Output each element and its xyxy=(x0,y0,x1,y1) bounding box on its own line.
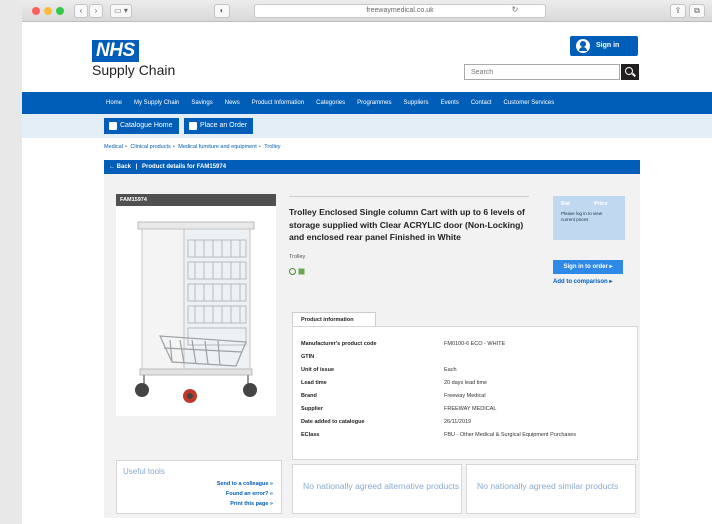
sign-in-to-order-label: Sign in to order xyxy=(563,264,608,270)
nav-item-home[interactable]: Home xyxy=(106,92,122,114)
nav-item-news[interactable]: News xyxy=(225,92,240,114)
found-error-label: Found an error? xyxy=(225,491,269,497)
place-order-label: Place an Order xyxy=(200,122,248,129)
info-value: Freeway Medical xyxy=(444,393,486,399)
catalogue-home-button[interactable]: Catalogue Home xyxy=(104,118,179,134)
info-key: Supplier xyxy=(301,406,324,412)
order-icon xyxy=(189,122,197,130)
nav-item-my-supply-chain[interactable]: My Supply Chain xyxy=(134,92,179,114)
share-icon[interactable]: ⇪ xyxy=(670,4,686,18)
page: NHS Supply Chain Sign in Home My Supply … xyxy=(22,22,712,524)
breadcrumb-item[interactable]: Medical xyxy=(104,144,123,150)
price-note: Please log in to view current prices xyxy=(561,211,603,222)
org-name: Supply Chain xyxy=(92,62,176,78)
place-order-button[interactable]: Place an Order xyxy=(184,118,254,134)
sign-in-label: Sign in xyxy=(596,42,620,49)
useful-tools-box: Useful tools Send to a colleague » Found… xyxy=(116,460,282,514)
product-card: FAM15974 Trolley Enclosed Single column … xyxy=(104,174,640,518)
info-key: Manufacturer's product code xyxy=(301,341,377,347)
nav-item-programmes[interactable]: Programmes xyxy=(357,92,391,114)
nav-item-product-information[interactable]: Product Information xyxy=(252,92,304,114)
back-bar: ← Back | Product details for FAM15974 xyxy=(104,160,640,174)
product-category: Trolley xyxy=(289,254,306,260)
breadcrumb-item[interactable]: Medical furniture and equipment xyxy=(178,144,257,150)
send-to-colleague-link[interactable]: Send to a colleague » xyxy=(217,481,273,487)
eco-badge-icon xyxy=(298,268,305,275)
print-page-label: Print this page xyxy=(230,501,269,507)
nhs-logo[interactable]: NHS xyxy=(92,40,139,62)
reload-icon[interactable]: ↻ xyxy=(508,4,522,18)
product-details-heading: Product details for FAM15974 xyxy=(142,164,227,170)
add-to-comparison-link[interactable]: Add to comparison ▸ xyxy=(553,278,612,285)
info-value: 26/11/2019 xyxy=(444,419,472,425)
found-error-link[interactable]: Found an error? » xyxy=(226,491,273,497)
nav-item-savings[interactable]: Savings xyxy=(191,92,212,114)
price-col-right: Price xyxy=(594,201,608,207)
leaf-icon xyxy=(289,268,296,275)
breadcrumb-item[interactable]: Clinical products xyxy=(130,144,170,150)
no-alternative-products: No nationally agreed alternative product… xyxy=(292,464,462,514)
price-col-left: Bar xyxy=(561,201,571,207)
breadcrumb: Medical • Clinical products • Medical furn… xyxy=(104,144,281,150)
useful-tools-heading: Useful tools xyxy=(123,467,165,476)
user-icon xyxy=(576,39,590,53)
info-value: Each xyxy=(444,367,457,373)
address-bar[interactable]: freewaymedical.co.uk xyxy=(254,4,546,18)
sub-toolbar: Catalogue Home Place an Order xyxy=(22,114,712,138)
close-window-button[interactable] xyxy=(32,7,40,15)
info-key: Lead time xyxy=(301,380,327,386)
add-to-comparison-label: Add to comparison xyxy=(553,279,608,285)
sign-in-button[interactable]: Sign in xyxy=(570,36,638,56)
back-nav-icon[interactable]: ‹ xyxy=(74,4,88,18)
sidebar-icon[interactable]: ▭ ▾ xyxy=(110,4,132,18)
nav-item-categories[interactable]: Categories xyxy=(316,92,345,114)
catalogue-home-label: Catalogue Home xyxy=(120,122,173,129)
print-page-link[interactable]: Print this page » xyxy=(230,501,273,507)
back-label: Back xyxy=(116,164,132,170)
tab-product-information[interactable]: Product information xyxy=(292,312,376,326)
info-key: EClass xyxy=(301,432,320,438)
price-box: Bar Price Please log in to view current p… xyxy=(553,196,625,240)
browser-toolbar: ‹ › ▭ ▾ ◐ freewaymedical.co.uk ↻ ⇪ ⧉ xyxy=(22,0,712,22)
trolley-image xyxy=(135,221,257,403)
product-title: Trolley Enclosed Single column Cart with… xyxy=(289,207,525,242)
sign-in-to-order-button[interactable]: Sign in to order ▸ xyxy=(553,260,623,274)
main-nav: Home My Supply Chain Savings News Produc… xyxy=(22,92,712,114)
info-value: FM0100-6 ECO - WHITE xyxy=(444,341,506,347)
product-info-panel: Manufacturer's product code FM0100-6 ECO … xyxy=(292,326,638,460)
info-key: Brand xyxy=(301,393,317,399)
send-to-colleague-label: Send to a colleague xyxy=(216,481,269,487)
info-value: FBU - Other Medical & Surgical Equipment… xyxy=(444,432,577,438)
forward-nav-icon[interactable]: › xyxy=(89,4,103,18)
product-code-tag: FAM15974 xyxy=(116,194,276,206)
search-input[interactable] xyxy=(464,64,620,80)
breadcrumb-item[interactable]: Trolley xyxy=(264,144,280,150)
info-value: 20 days lead time xyxy=(444,380,488,386)
info-value: FREEWAY MEDICAL xyxy=(444,406,497,412)
search-icon[interactable] xyxy=(621,64,639,80)
minimize-window-button[interactable] xyxy=(44,7,52,15)
nav-item-suppliers[interactable]: Suppliers xyxy=(403,92,428,114)
nav-item-events[interactable]: Events xyxy=(440,92,458,114)
tabs-overview-icon[interactable]: ⧉ xyxy=(689,4,705,18)
no-similar-products: No nationally agreed similar products xyxy=(466,464,636,514)
cart-icon xyxy=(109,122,117,130)
title-divider xyxy=(289,196,529,197)
nav-item-contact[interactable]: Contact xyxy=(471,92,492,114)
privacy-shield-icon[interactable]: ◐ xyxy=(214,4,230,18)
info-key: Unit of issue xyxy=(301,367,335,373)
back-link[interactable]: ← Back xyxy=(109,164,131,170)
zoom-window-button[interactable] xyxy=(56,7,64,15)
product-image[interactable] xyxy=(116,206,276,416)
info-key: GTIN xyxy=(301,354,315,360)
nav-item-customer-services[interactable]: Customer Services xyxy=(504,92,555,114)
info-key: Date added to catalogue xyxy=(301,419,365,425)
